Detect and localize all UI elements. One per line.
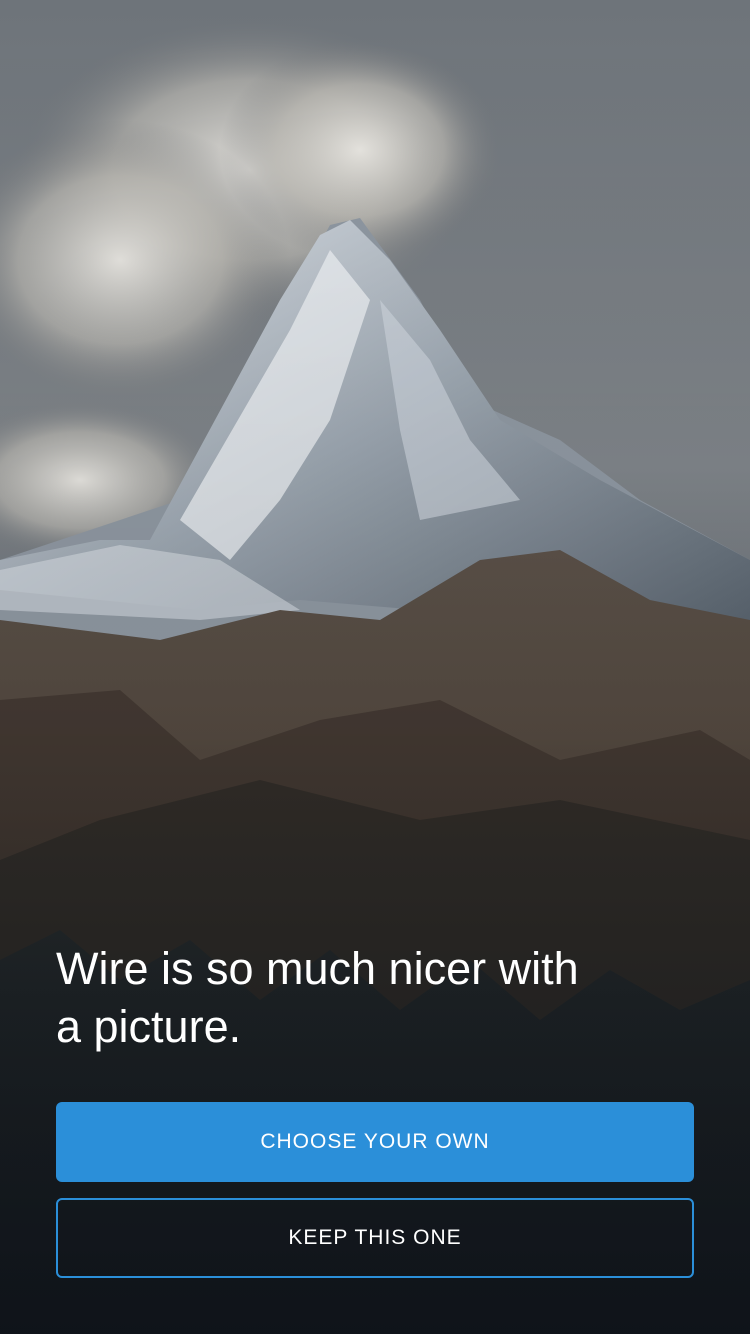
headline-text: Wire is so much nicer with a picture. (56, 943, 579, 1052)
choose-your-own-button[interactable]: CHOOSE YOUR OWN (56, 1102, 694, 1182)
prompt-section: Wire is so much nicer with a picture. (56, 940, 694, 1056)
keep-this-one-button[interactable]: KEEP THIS ONE (56, 1198, 694, 1278)
picture-onboarding-screen: Wire is so much nicer with a picture. CH… (0, 0, 750, 1334)
